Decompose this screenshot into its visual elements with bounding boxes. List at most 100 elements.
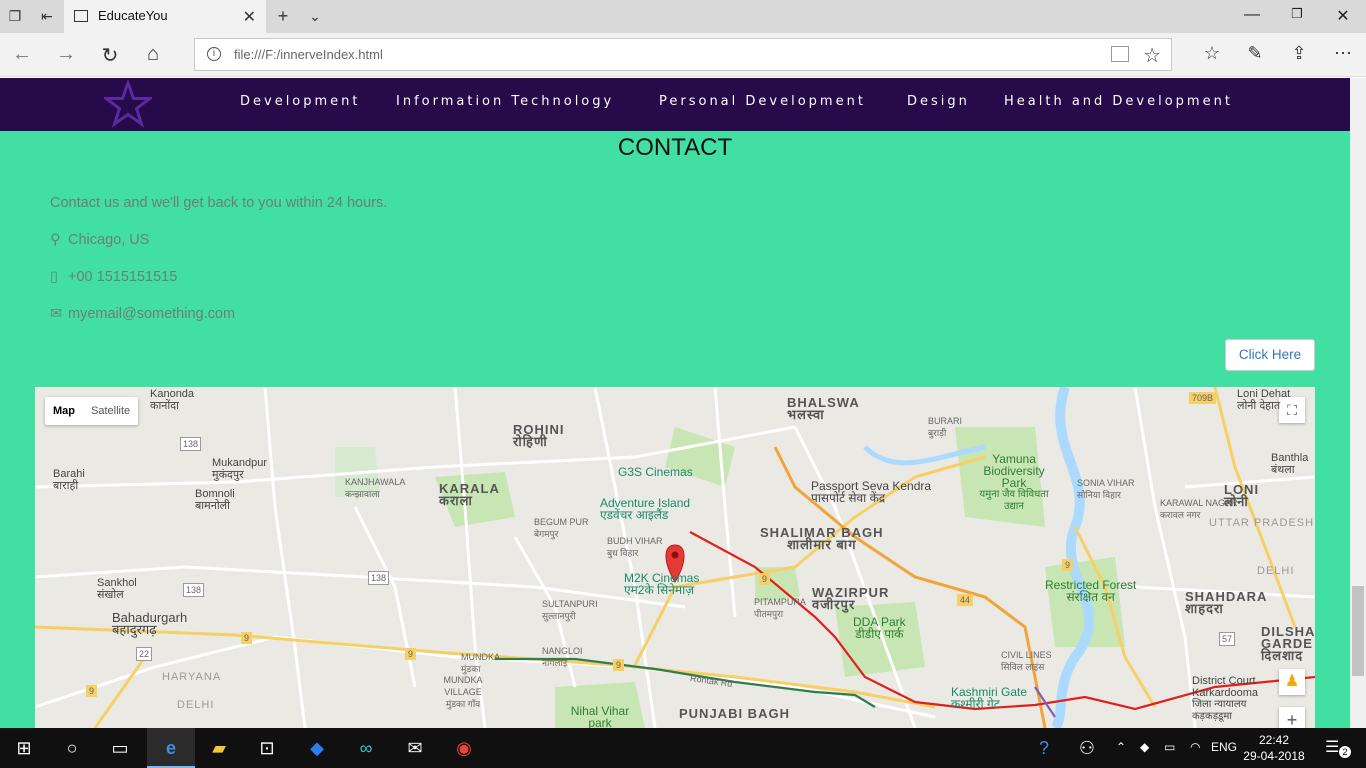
map-label-sonia-vihar: SONIA VIHAR सोनिया विहार — [1077, 478, 1135, 500]
nav-link-design[interactable]: Design — [907, 94, 970, 109]
map-label-loni: LONI लोनी — [1224, 482, 1260, 509]
mail-icon[interactable]: ✉ — [403, 737, 427, 759]
info-icon[interactable]: i — [207, 47, 221, 61]
map-poi-m2k-cinemas[interactable]: M2K Cinemas एम2के सिनेमाज़ — [624, 572, 699, 596]
minimize-icon[interactable]: — — [1242, 6, 1262, 24]
show-hidden-icons-chevron-icon[interactable]: ⌃ — [1116, 740, 1126, 754]
home-icon[interactable]: ⌂ — [141, 43, 165, 66]
route-shield-9: 9 — [613, 659, 625, 671]
contact-heading: CONTACT — [617, 134, 733, 161]
contact-location-text: Chicago, US — [68, 232, 150, 248]
street-view-pegman-icon[interactable]: ♟ — [1279, 669, 1305, 695]
help-tray-icon[interactable]: ? — [1032, 737, 1056, 759]
map-poi-restricted-forest[interactable]: Restricted Forest संरक्षित वन — [1045, 579, 1136, 603]
map-label-sultanpuri: SULTANPURI सुल्तानपुरी — [542, 599, 598, 621]
map-poi-passport-seva-kendra[interactable]: Passport Seva Kendra पासपोर्ट सेवा केंद्र — [811, 480, 931, 504]
route-shield-138: 138 — [183, 583, 205, 597]
map-label-haryana: HARYANA — [162, 671, 222, 683]
back-icon[interactable]: ← — [10, 43, 34, 66]
page-scrollbar[interactable] — [1350, 78, 1366, 728]
nav-link-information-technology[interactable]: Information Technology — [396, 94, 614, 109]
route-shield-9: 9 — [759, 573, 771, 585]
new-tab-icon[interactable]: + — [274, 7, 292, 25]
embedded-map[interactable]: Map Satellite ⛶ ♟ + Kanonda कानोंदा ROHINI… — [35, 387, 1315, 728]
map-poi-nihal-vihar-park[interactable]: Nihal Vihar park — [570, 705, 630, 728]
map-label-delhi-state: DELHI — [1257, 565, 1295, 577]
contact-phone: ▯ +00 1515151515 — [50, 269, 177, 285]
route-shield-138: 138 — [368, 571, 390, 585]
map-poi-yamuna-biodiversity-park[interactable]: Yamuna Biodiversity Park यमुना जैव विविधत… — [979, 453, 1049, 513]
map-label-bomnoli: Bomnoli बामनोली — [195, 488, 235, 512]
notification-count-badge: 2 — [1339, 746, 1351, 758]
route-shield-9: 9 — [241, 632, 253, 644]
map-type-control: Map Satellite — [45, 397, 139, 425]
tab-preview-chevron-icon[interactable]: ⌄ — [306, 8, 324, 24]
mobile-phone-icon: ▯ — [50, 269, 58, 285]
store-icon[interactable]: ⊡ — [255, 737, 279, 759]
zoom-in-button[interactable]: + — [1279, 707, 1305, 728]
tab-active[interactable]: EducateYou ✕ — [64, 0, 266, 33]
favorites-hub-icon[interactable]: ☆ — [1200, 43, 1224, 64]
reading-view-icon[interactable] — [1111, 46, 1129, 62]
browser-navigation-bar: ← → ↻ ⌂ i file:///F:/innerveIndex.html ☆… — [0, 33, 1366, 77]
star-logo-icon[interactable] — [104, 80, 152, 128]
nav-link-development[interactable]: Development — [240, 94, 361, 109]
clock-date: 29-04-2018 — [1243, 749, 1305, 763]
map-label-shalimar-bagh: SHALIMAR BAGH शालीमार बाग — [760, 525, 884, 552]
battery-icon[interactable]: ▭ — [1164, 740, 1175, 754]
refresh-icon[interactable]: ↻ — [98, 43, 122, 68]
maximize-icon[interactable]: ❐ — [1287, 6, 1307, 22]
tab-title: EducateYou — [98, 8, 168, 23]
contact-location: ⚲ Chicago, US — [50, 232, 149, 248]
click-here-button[interactable]: Click Here — [1225, 339, 1315, 371]
input-language[interactable]: ENG — [1211, 740, 1237, 754]
contact-email-text: myemail@something.com — [68, 306, 236, 322]
map-type-satellite-button[interactable]: Satellite — [83, 397, 138, 425]
map-type-map-button[interactable]: Map — [45, 397, 83, 425]
wifi-icon[interactable]: ◠ — [1190, 740, 1200, 754]
route-shield-44: 44 — [957, 594, 974, 606]
contact-email: ✉ myemail@something.com — [50, 306, 235, 322]
map-poi-g3s-cinemas[interactable]: G3S Cinemas — [618, 466, 693, 478]
map-label-civil-lines: CIVIL LINES सिविल लाइंस — [1001, 650, 1052, 672]
people-icon[interactable]: ⚇ — [1075, 737, 1099, 759]
infinity-app-icon[interactable]: ∞ — [354, 737, 378, 759]
cortana-search-icon[interactable]: ○ — [60, 737, 84, 759]
map-poi-dda-park[interactable]: DDA Park डीडीए पार्क — [853, 616, 906, 640]
nav-link-personal-development[interactable]: Personal Development — [659, 94, 866, 109]
window-close-icon[interactable]: ✕ — [1333, 6, 1353, 26]
web-note-icon[interactable]: ✎ — [1243, 43, 1267, 64]
map-label-banthla: Banthla बंथला — [1271, 452, 1309, 476]
map-label-pitampura: PITAMPURA पीतमपुरा — [754, 597, 806, 619]
map-poi-kashmiri-gate[interactable]: Kashmiri Gate कश्मीरी गेट — [951, 686, 1027, 710]
favorite-star-icon[interactable]: ☆ — [1143, 43, 1161, 68]
tab-list-icon[interactable]: ❐ — [6, 8, 24, 24]
map-label-dilshad-garden: DILSHA GARDE दिलशाद — [1261, 624, 1315, 663]
nav-link-health-and-development[interactable]: Health and Development — [1004, 94, 1233, 109]
page-favicon-icon — [74, 10, 88, 22]
dropbox-tray-icon[interactable]: ◆ — [1140, 740, 1149, 754]
map-poi-adventure-island[interactable]: Adventure Island एडवेंचर आइलैंड — [600, 497, 690, 521]
windows-start-icon[interactable]: ⊞ — [12, 737, 36, 759]
more-menu-icon[interactable]: ⋯ — [1331, 43, 1355, 64]
task-view-icon[interactable]: ▭ — [108, 737, 132, 759]
address-url[interactable]: file:///F:/innerveIndex.html — [234, 47, 383, 62]
set-aside-tabs-icon[interactable]: ⇤ — [38, 8, 56, 24]
map-label-begum-pur: BEGUM PUR बेगमपुर — [534, 517, 589, 539]
clock-time: 22:42 — [1258, 733, 1290, 747]
map-poi-district-court[interactable]: District Court Karkardooma जिला न्यायालय … — [1192, 675, 1272, 723]
map-label-bhalswa: BHALSWA भलस्वा — [787, 395, 860, 422]
address-bar[interactable]: i file:///F:/innerveIndex.html ☆ — [194, 38, 1172, 71]
edge-browser-icon[interactable]: e — [159, 737, 183, 759]
scrollbar-thumb[interactable] — [1352, 586, 1364, 676]
chrome-icon[interactable]: ◉ — [452, 737, 476, 759]
share-icon[interactable]: ⇪ — [1287, 43, 1311, 64]
system-clock[interactable]: 22:42 29-04-2018 — [1242, 732, 1306, 764]
close-tab-icon[interactable]: ✕ — [243, 7, 256, 27]
forward-icon[interactable]: → — [54, 43, 78, 66]
contact-intro-text: Contact us and we'll get back to you wit… — [50, 195, 388, 211]
action-center-icon[interactable]: ☰ — [1325, 737, 1339, 757]
file-explorer-icon[interactable]: ▰ — [207, 737, 231, 759]
route-shield-57: 57 — [1219, 632, 1236, 646]
dropbox-icon[interactable]: ◆ — [305, 737, 329, 759]
